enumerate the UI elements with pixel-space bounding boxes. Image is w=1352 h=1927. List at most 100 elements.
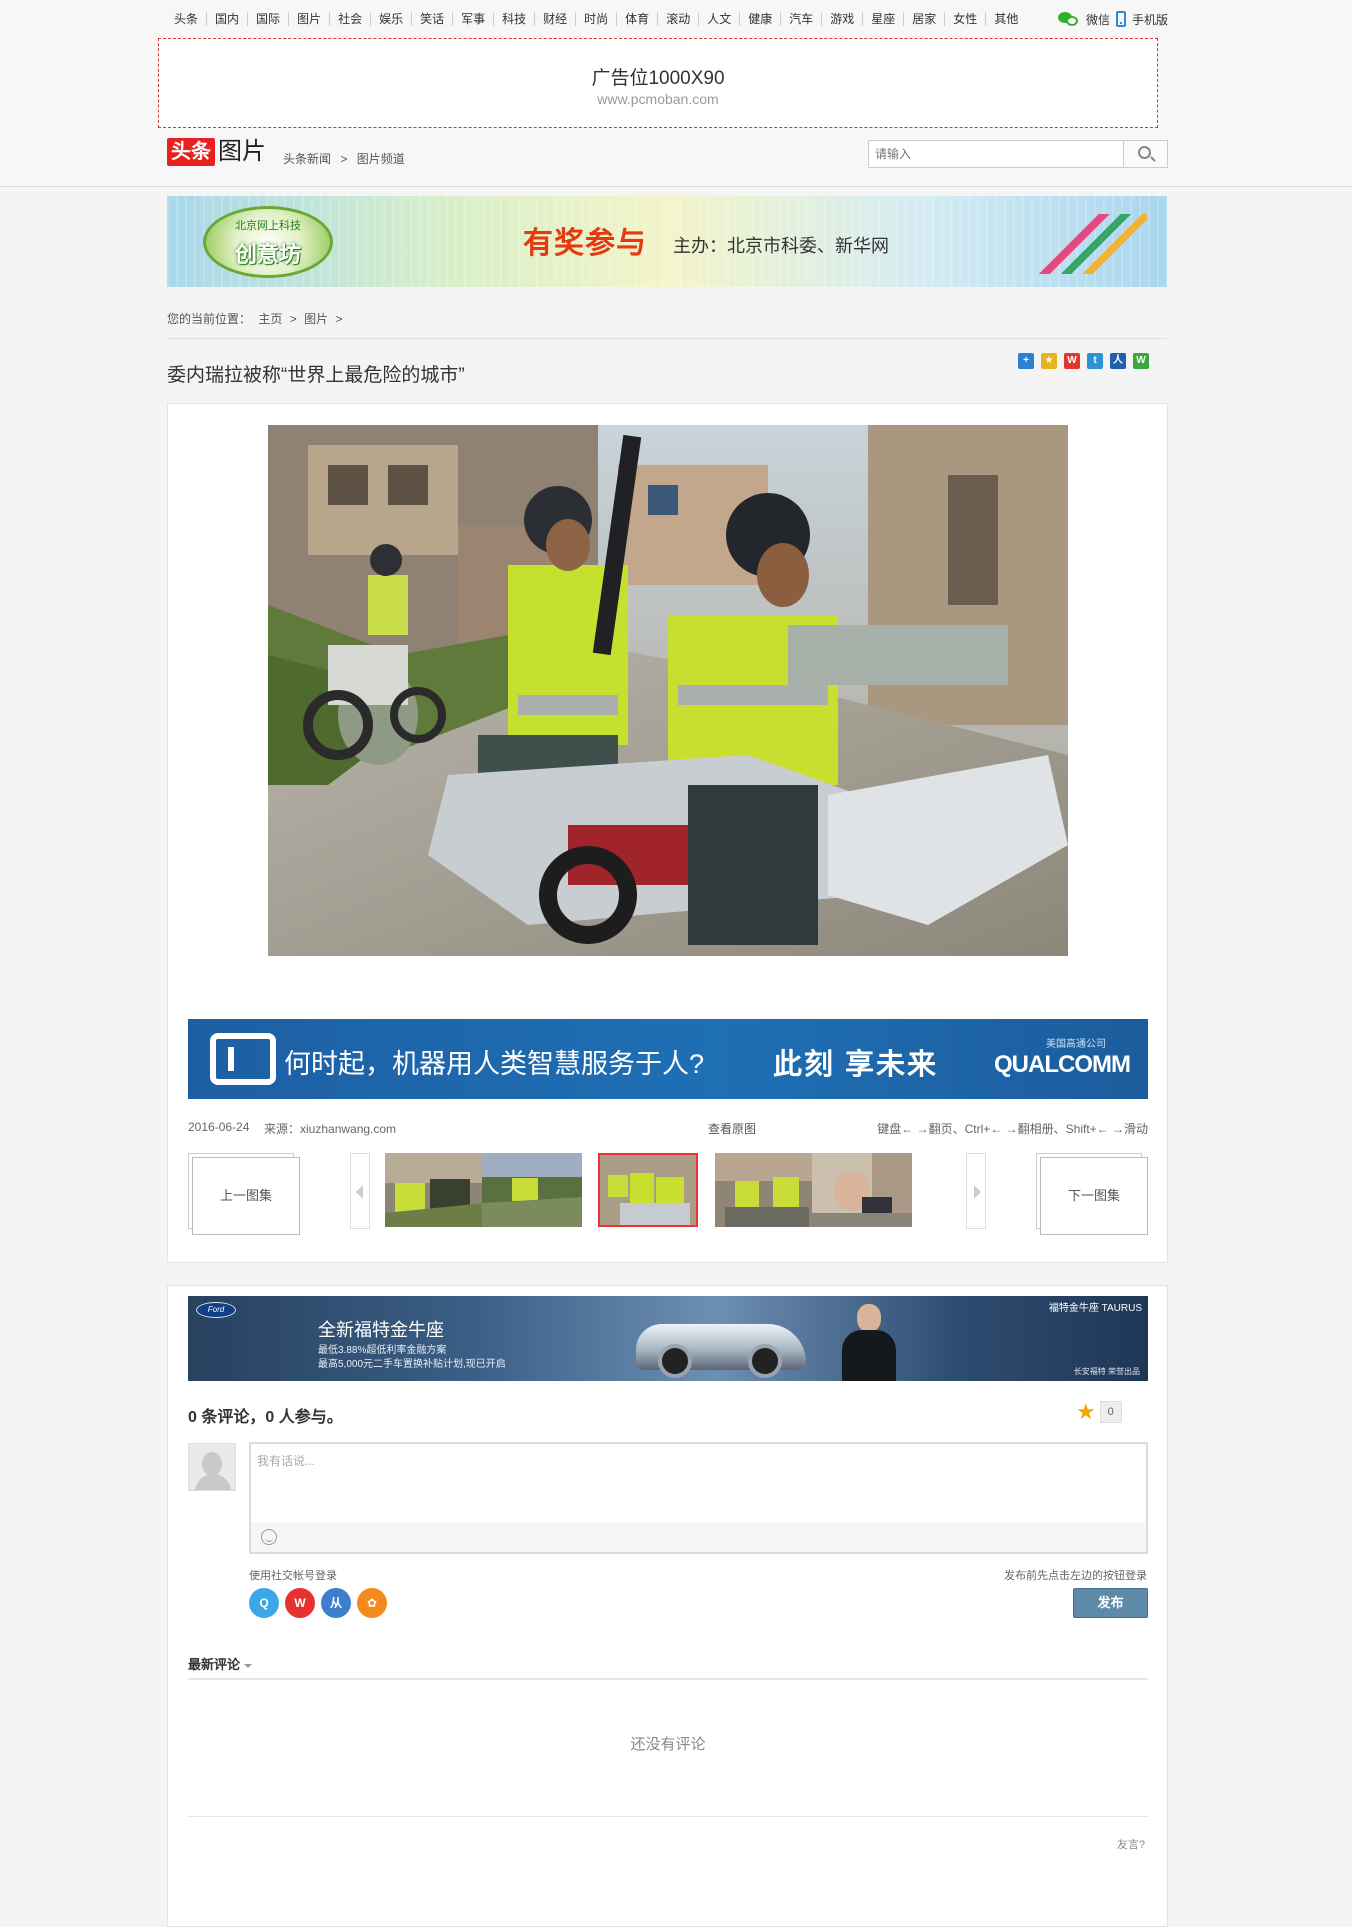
comment-toolbar xyxy=(251,1522,1146,1552)
qq-login-icon[interactable]: Q xyxy=(249,1588,279,1618)
nav-item[interactable]: 居家 xyxy=(903,12,944,26)
kaixin-login-icon[interactable]: ✿ xyxy=(357,1588,387,1618)
car-image xyxy=(636,1324,806,1378)
renren-login-icon[interactable]: 从 xyxy=(321,1588,351,1618)
nav-item[interactable]: 滚动 xyxy=(657,12,698,26)
view-original-link[interactable]: 查看原图 xyxy=(708,1120,756,1137)
thumb-scroll-right[interactable] xyxy=(966,1153,986,1229)
photo-date: 2016-06-24 xyxy=(188,1120,250,1134)
prev-album-button[interactable]: 上一图集 xyxy=(188,1153,300,1235)
thumb-scroll-left[interactable] xyxy=(350,1153,370,1229)
breadcrumb-news-link[interactable]: 头条新闻 xyxy=(283,152,331,166)
location-section-link[interactable]: 图片 xyxy=(304,312,328,326)
location-home-link[interactable]: 主页 xyxy=(258,312,282,326)
weibo-login-icon[interactable]: W xyxy=(285,1588,315,1618)
channel-breadcrumb: 头条新闻 > 图片频道 xyxy=(283,150,411,167)
top-navigation: 头条 国内 国际 图片 社会 娱乐 笑话 军事 科技 财经 时尚 体育 滚动 人文 健康 汽车 游戏 星座 居家 女性… xyxy=(168,8,1026,30)
location-breadcrumb: 您的当前位置： 主页 > 图片 > xyxy=(167,312,343,326)
ford-banner-ad[interactable]: Ford 全新福特金牛座 最低3.88%超低利率金融方案 最高5,000元二手车… xyxy=(188,1296,1148,1381)
qualcomm-banner-ad[interactable]: 何时起，机器用人类智慧服务于人? 此刻 享未来 美国高通公司 QUALCOMM xyxy=(188,1019,1148,1099)
qualcomm-slogan: 此刻 享未来 xyxy=(773,1049,939,1081)
chevron-left-icon xyxy=(356,1185,363,1199)
nav-item[interactable]: 星座 xyxy=(862,12,903,26)
nav-item[interactable]: 国际 xyxy=(247,12,288,26)
logo-text: 图片 xyxy=(218,138,266,165)
photo-source: 来源：xiuzhanwang.com xyxy=(264,1122,397,1136)
nav-item[interactable]: 汽车 xyxy=(780,12,821,26)
social-login-label: 使用社交帐号登录 xyxy=(249,1570,337,1582)
avatar xyxy=(188,1443,236,1491)
share-bar: + ★ Wt 人 W xyxy=(1018,353,1149,369)
renren-share-icon[interactable]: 人 xyxy=(1110,353,1126,369)
emoji-icon[interactable] xyxy=(261,1529,277,1545)
nav-item[interactable]: 头条 xyxy=(168,12,206,26)
creative-banner-ad[interactable]: 北京网上科技 创意坊 有奖参与 主办：北京市科委、新华网 xyxy=(167,196,1167,287)
comment-card: Ford 全新福特金牛座 最低3.88%超低利率金融方案 最高5,000元二手车… xyxy=(167,1285,1168,1927)
photo-meta: 2016-06-24 来源：xiuzhanwang.com 查看原图 键盘← →… xyxy=(188,1120,1148,1136)
divider xyxy=(188,1678,1148,1680)
logo-red-badge: 头条 xyxy=(167,138,215,166)
nav-item[interactable]: 科技 xyxy=(493,12,534,26)
post-button[interactable]: 发布 xyxy=(1073,1588,1148,1618)
wechat-share-icon[interactable]: W xyxy=(1133,353,1149,369)
top-ad-placeholder[interactable]: 广告位1000X90 www.pcmoban.com xyxy=(158,38,1158,128)
latest-comments-tab[interactable]: 最新评论 xyxy=(188,1654,253,1673)
gallery-thumbnail[interactable] xyxy=(482,1153,582,1227)
star-icon[interactable]: ★ xyxy=(1076,1401,1096,1423)
nav-item[interactable]: 笑话 xyxy=(411,12,452,26)
favorite-widget[interactable]: ★ 0 xyxy=(1076,1401,1122,1423)
ford-logo: Ford xyxy=(196,1302,236,1318)
weibo-share-icon[interactable]: W xyxy=(1064,353,1080,369)
nav-item[interactable]: 其他 xyxy=(985,12,1026,26)
nav-item[interactable]: 游戏 xyxy=(821,12,862,26)
photo-card: 何时起，机器用人类智慧服务于人? 此刻 享未来 美国高通公司 QUALCOMM … xyxy=(167,403,1168,1263)
nav-item[interactable]: 军事 xyxy=(452,12,493,26)
mobile-link[interactable]: 手机版 xyxy=(1132,11,1168,28)
gallery-thumbnail-active[interactable] xyxy=(598,1153,698,1227)
breadcrumb-channel-link[interactable]: 图片频道 xyxy=(357,152,405,166)
search-button[interactable] xyxy=(1123,141,1167,167)
nav-item[interactable]: 财经 xyxy=(534,12,575,26)
site-logo[interactable]: 头条 图片 xyxy=(167,138,266,166)
top-links: 微信 手机版 xyxy=(1058,8,1168,30)
qzone-share-icon[interactable]: ★ xyxy=(1041,353,1057,369)
nav-item[interactable]: 健康 xyxy=(739,12,780,26)
nav-item[interactable]: 女性 xyxy=(944,12,985,26)
main-photo[interactable] xyxy=(268,425,1068,956)
nav-item[interactable]: 国内 xyxy=(206,12,247,26)
comment-count: 0 条评论，0 人参与。 xyxy=(188,1409,343,1426)
qualcomm-question-logo xyxy=(210,1033,276,1085)
qualcomm-question: 何时起，机器用人类智慧服务于人? xyxy=(284,1049,705,1079)
site-header: 头条 国内 国际 图片 社会 娱乐 笑话 军事 科技 财经 时尚 体育 滚动 人文 健康 汽车 游戏 星座 居家 女性… xyxy=(0,0,1352,187)
next-album-button[interactable]: 下一图集 xyxy=(1036,1153,1148,1235)
post-tip: 发布前先点击左边的按钮登录 xyxy=(1004,1570,1147,1582)
empty-comments-text: 还没有评论 xyxy=(630,1736,706,1753)
qualcomm-brand: QUALCOMM xyxy=(994,1051,1131,1078)
favorite-count: 0 xyxy=(1099,1401,1122,1423)
tencent-weibo-share-icon[interactable]: t xyxy=(1087,353,1103,369)
spokesperson-image xyxy=(840,1298,898,1381)
wechat-icon[interactable] xyxy=(1058,10,1080,28)
divider xyxy=(188,1816,1148,1817)
wechat-link[interactable]: 微信 xyxy=(1086,11,1110,28)
gallery-thumbnail[interactable] xyxy=(385,1153,485,1227)
mobile-icon[interactable] xyxy=(1116,11,1127,27)
comment-placeholder: 我有话说... xyxy=(257,1454,316,1468)
gallery-strip: 上一图集 下一图集 xyxy=(188,1153,1148,1235)
police-motorcycle-photo xyxy=(268,425,1068,956)
ford-headline: 全新福特金牛座 xyxy=(318,1320,444,1340)
nav-item[interactable]: 社会 xyxy=(329,12,370,26)
banner-subtitle: 主办：北京市科委、新华网 xyxy=(673,236,889,256)
nav-item[interactable]: 时尚 xyxy=(575,12,616,26)
nav-item[interactable]: 人文 xyxy=(698,12,739,26)
comment-textarea[interactable]: 我有话说... xyxy=(249,1442,1148,1554)
search-input[interactable] xyxy=(869,141,1124,167)
nav-item[interactable]: 娱乐 xyxy=(370,12,411,26)
gallery-thumbnail[interactable] xyxy=(715,1153,815,1227)
nav-item[interactable]: 图片 xyxy=(288,12,329,26)
youyan-brand-link[interactable]: 友言? xyxy=(1117,1836,1145,1852)
gallery-thumbnail[interactable] xyxy=(812,1153,912,1227)
nav-item[interactable]: 体育 xyxy=(616,12,657,26)
chevron-right-icon xyxy=(974,1185,981,1199)
plus-share-icon[interactable]: + xyxy=(1018,353,1034,369)
